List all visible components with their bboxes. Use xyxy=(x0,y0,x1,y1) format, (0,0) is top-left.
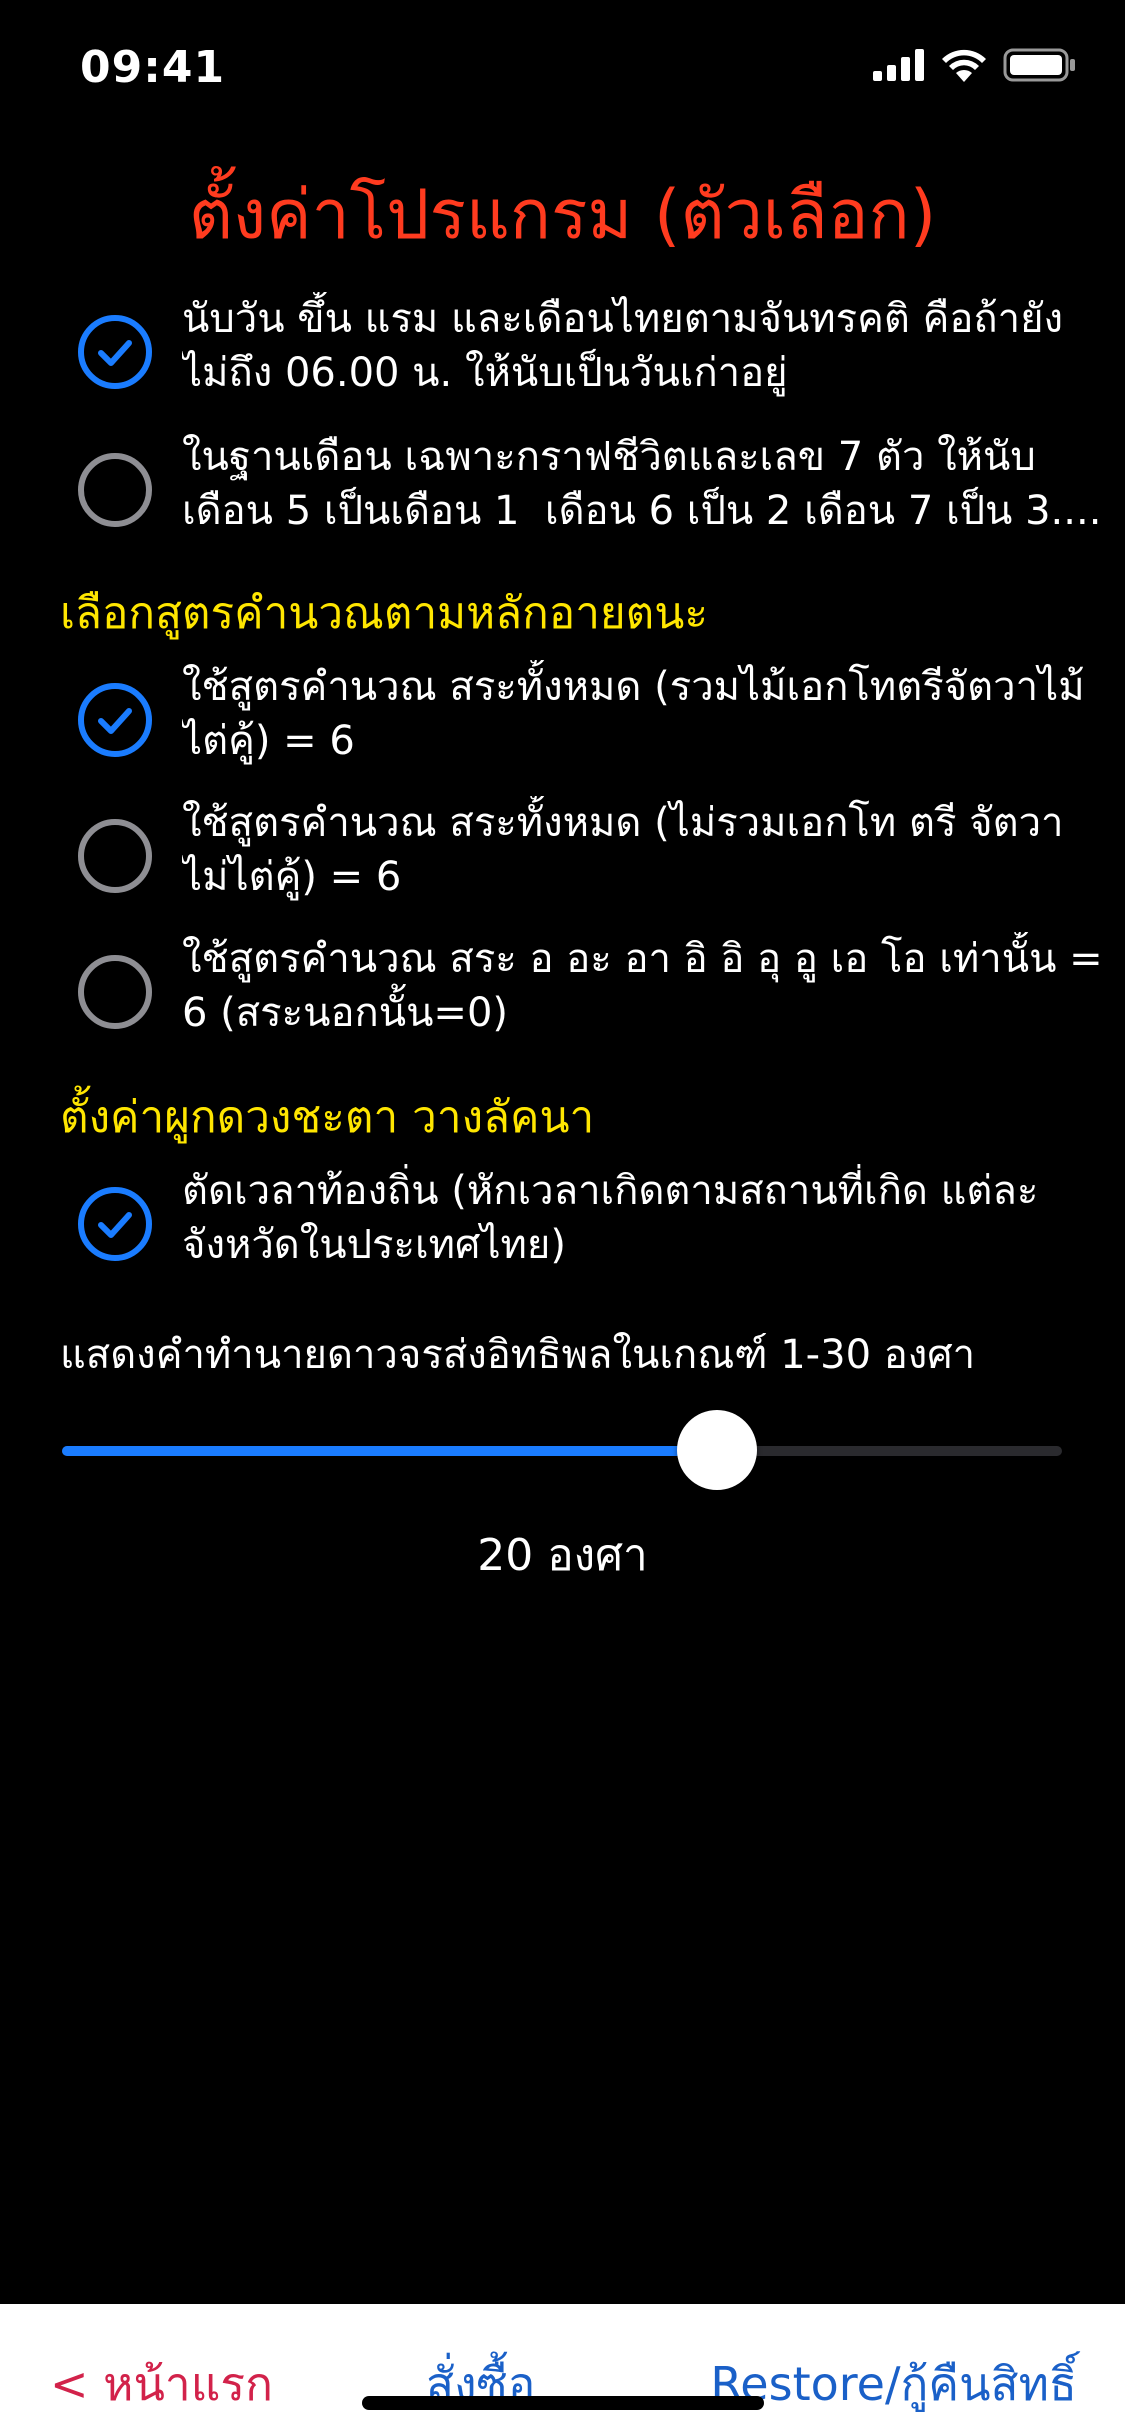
option-label: ใช้สูตรคำนวณ สระ อ อะ อา อิ อิ อุ อู เอ … xyxy=(182,936,1103,1036)
slider-thumb[interactable] xyxy=(677,1410,757,1490)
status-icons xyxy=(873,48,1077,82)
option-label: ในฐานเดือน เฉพาะกราฟชีวิตและเลข 7 ตัว ให… xyxy=(182,434,1102,534)
home-indicator xyxy=(362,2396,764,2410)
radio-formula-no-tone-marks[interactable] xyxy=(78,819,152,893)
signal-icon xyxy=(873,49,924,81)
option-local-time[interactable]: ตัดเวลาท้องถิ่น (หักเวลาเกิดตามสถานที่เก… xyxy=(0,1164,1125,1284)
radio-formula-all-vowels[interactable] xyxy=(78,683,152,757)
checkbox-lunar-day-count[interactable] xyxy=(78,315,152,389)
bottom-toolbar: < หน้าแรก สั่งซื้อ Restore/กู้คืนสิทธิ์ xyxy=(0,2304,1125,2436)
slider-label: แสดงคำทำนายดาวจรส่งอิทธิพลในเกณฑ์ 1-30 อ… xyxy=(60,1332,976,1378)
page-title: ตั้งค่าโปรแกรม (ตัวเลือก) xyxy=(188,176,937,255)
buy-button[interactable]: สั่งซื้อ xyxy=(426,2348,535,2421)
option-formula-basic-vowels[interactable]: ใช้สูตรคำนวณ สระ อ อะ อา อิ อิ อุ อู เอ … xyxy=(0,932,1125,1052)
section-title-horoscope: ตั้งค่าผูกดวงชะตา วางลัคนา xyxy=(60,1092,595,1143)
option-label: ตัดเวลาท้องถิ่น (หักเวลาเกิดตามสถานที่เก… xyxy=(182,1168,1039,1268)
section-title-formula: เลือกสูตรคำนวณตามหลักอายตนะ xyxy=(60,588,708,639)
option-month-base[interactable]: ในฐานเดือน เฉพาะกราฟชีวิตและเลข 7 ตัว ให… xyxy=(0,430,1125,550)
option-label: ใช้สูตรคำนวณ สระทั้งหมด (ไม่รวมเอกโท ตรี… xyxy=(182,800,1064,900)
option-formula-all-vowels[interactable]: ใช้สูตรคำนวณ สระทั้งหมด (รวมไม้เอกโทตรีจ… xyxy=(0,660,1125,780)
checkmark-icon xyxy=(98,708,132,734)
radio-formula-basic-vowels[interactable] xyxy=(78,955,152,1029)
status-bar: 09:41 xyxy=(0,0,1125,132)
option-formula-no-tone-marks[interactable]: ใช้สูตรคำนวณ สระทั้งหมด (ไม่รวมเอกโท ตรี… xyxy=(0,796,1125,916)
home-button[interactable]: < หน้าแรก xyxy=(50,2348,273,2421)
option-label: นับวัน ขึ้น แรม และเดือนไทยตามจันทรคติ ค… xyxy=(182,296,1064,396)
checkmark-icon xyxy=(98,340,132,366)
option-lunar-day-count[interactable]: นับวัน ขึ้น แรม และเดือนไทยตามจันทรคติ ค… xyxy=(0,292,1125,412)
status-time: 09:41 xyxy=(80,42,226,93)
checkmark-icon xyxy=(98,1212,132,1238)
slider-fill xyxy=(62,1446,717,1456)
slider-value: 20 องศา xyxy=(477,1530,648,1581)
degree-slider[interactable] xyxy=(62,1410,1062,1490)
option-label: ใช้สูตรคำนวณ สระทั้งหมด (รวมไม้เอกโทตรีจ… xyxy=(182,664,1085,764)
restore-button[interactable]: Restore/กู้คืนสิทธิ์ xyxy=(710,2348,1077,2421)
checkbox-local-time[interactable] xyxy=(78,1187,152,1261)
checkbox-month-base[interactable] xyxy=(78,453,152,527)
wifi-icon xyxy=(942,49,986,82)
battery-icon xyxy=(1003,48,1075,82)
